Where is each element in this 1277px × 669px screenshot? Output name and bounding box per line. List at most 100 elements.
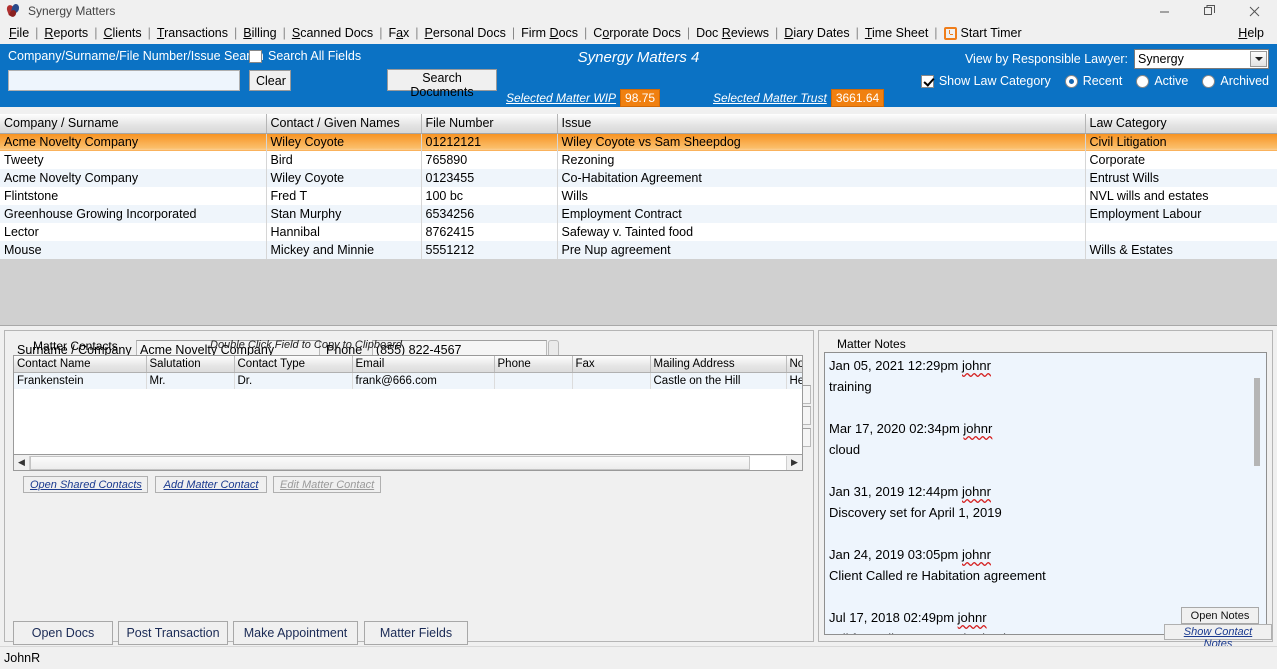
responsible-lawyer-select[interactable]: Synergy (1134, 49, 1269, 69)
table-row[interactable]: Frankenstein Mr. Dr. frank@666.com Castl… (14, 372, 802, 389)
matter-notes-panel: Matter Notes Jan 05, 2021 12:29pm johnr … (818, 330, 1273, 650)
column-header-contact[interactable]: Contact / Given Names (266, 114, 422, 134)
scroll-left-icon[interactable]: ◀ (14, 455, 30, 470)
cell-fax (572, 372, 651, 389)
cell-contact: Fred T (266, 187, 422, 205)
menu-item-personal-docs[interactable]: Personal Docs (420, 24, 511, 42)
start-timer-button[interactable]: Start Timer (939, 25, 1027, 41)
search-documents-button[interactable]: Search Documents (387, 69, 497, 99)
menu-item-fax[interactable]: Fax (383, 24, 414, 42)
column-header-file-number[interactable]: File Number (421, 114, 558, 134)
status-bar: JohnR (0, 646, 1277, 669)
matters-table-header-row: Company / Surname Contact / Given Names … (0, 114, 1277, 134)
chevron-down-icon (1250, 51, 1267, 67)
matter-contacts-table: Contact Name Salutation Contact Type Ema… (14, 356, 802, 389)
column-header-company[interactable]: Company / Surname (0, 114, 267, 134)
matter-notes-text[interactable]: Jan 05, 2021 12:29pm johnr training Mar … (824, 352, 1267, 635)
cell-salutation: Mr. (146, 372, 235, 389)
open-notes-button[interactable]: Open Notes (1181, 607, 1259, 624)
column-header-law-category[interactable]: Law Category (1085, 114, 1277, 134)
search-all-fields-checkbox[interactable]: Search All Fields (249, 49, 361, 63)
minimize-icon[interactable] (1142, 0, 1187, 22)
radio-icon (1136, 74, 1150, 88)
make-appointment-button[interactable]: Make Appointment (233, 621, 358, 645)
matter-fields-button[interactable]: Matter Fields (364, 621, 468, 645)
clear-button[interactable]: Clear (249, 70, 291, 91)
trust-label[interactable]: Selected Matter Trust (713, 91, 827, 105)
menu-item-corporate-docs[interactable]: Corporate Docs (588, 24, 686, 42)
table-row[interactable]: Flintstone Fred T 100 bc Wills NVL wills… (0, 187, 1277, 205)
menu-item-time-sheet[interactable]: Time Sheet (860, 24, 933, 42)
maximize-icon[interactable] (1187, 0, 1232, 22)
cell-contact: Bird (266, 151, 422, 169)
note-user: johnr (962, 484, 991, 499)
column-header-contact-name[interactable]: Contact Name (14, 356, 147, 373)
table-row[interactable]: Mouse Mickey and Minnie 5551212 Pre Nup … (0, 241, 1277, 259)
matters-grid[interactable]: Company / Surname Contact / Given Names … (0, 114, 1277, 326)
search-input[interactable] (8, 70, 240, 91)
cell-issue: Wiley Coyote vs Sam Sheepdog (557, 133, 1086, 151)
filter-radio-recent[interactable]: Recent (1064, 74, 1122, 88)
title-bar: Synergy Matters (0, 0, 1277, 22)
column-header-phone[interactable]: Phone (494, 356, 573, 373)
matter-contacts-hscrollbar[interactable]: ◀ ▶ (13, 455, 803, 471)
menu-item-scanned-docs[interactable]: Scanned Docs (287, 24, 378, 42)
column-header-mailing-address[interactable]: Mailing Address (650, 356, 787, 373)
menu-item-transactions[interactable]: Transactions (152, 24, 233, 42)
filter-radio-active[interactable]: Active (1136, 74, 1188, 88)
notes-scroll-thumb[interactable] (1254, 378, 1260, 466)
scroll-right-icon[interactable]: ▶ (786, 455, 802, 470)
column-header-notes[interactable]: Notes (786, 356, 802, 373)
matter-contacts-grid[interactable]: Contact Name Salutation Contact Type Ema… (13, 355, 803, 455)
menu-item-doc-reviews[interactable]: Doc Reviews (691, 24, 774, 42)
show-law-category-checkbox[interactable]: Show Law Category (920, 74, 1051, 88)
menu-item-file[interactable]: File (4, 24, 34, 42)
column-header-issue[interactable]: Issue (557, 114, 1086, 134)
menu-item-firm-docs[interactable]: Firm Docs (516, 24, 583, 42)
menu-bar: File | Reports | Clients | Transactions … (0, 22, 1277, 44)
wip-value: 98.75 (620, 89, 661, 107)
menu-item-diary-dates[interactable]: Diary Dates (779, 24, 854, 42)
cell-law-category: Employment Labour (1085, 205, 1277, 223)
add-matter-contact-button[interactable]: Add Matter Contact (155, 476, 267, 493)
note-timestamp: Jan 31, 2019 12:44pm johnr (829, 484, 991, 499)
menu-item-reports[interactable]: Reports (39, 24, 93, 42)
status-user: JohnR (4, 651, 41, 665)
menu-item-clients[interactable]: Clients (98, 24, 146, 42)
menu-item-help[interactable]: Help (1233, 24, 1269, 42)
column-header-salutation[interactable]: Salutation (146, 356, 235, 373)
hscroll-track[interactable] (30, 455, 786, 470)
table-row[interactable]: Acme Novelty Company Wiley Coyote 012345… (0, 169, 1277, 187)
cell-contact: Wiley Coyote (266, 169, 422, 187)
open-docs-button[interactable]: Open Docs (13, 621, 113, 645)
cell-file-number: 6534256 (421, 205, 558, 223)
radio-selected-icon (1064, 74, 1078, 88)
cell-mailing-address: Castle on the Hill (650, 372, 787, 389)
notes-scrollbar[interactable] (1250, 354, 1265, 634)
wip-label[interactable]: Selected Matter WIP (506, 91, 616, 105)
hscroll-thumb[interactable] (30, 455, 750, 470)
column-header-fax[interactable]: Fax (572, 356, 651, 373)
cell-contact: Stan Murphy (266, 205, 422, 223)
filter-label-archived: Archived (1220, 74, 1269, 88)
cell-notes: Here are some (786, 372, 802, 389)
menu-item-billing[interactable]: Billing (238, 24, 281, 42)
cell-law-category: Civil Litigation (1085, 133, 1277, 151)
table-row[interactable]: Greenhouse Growing Incorporated Stan Mur… (0, 205, 1277, 223)
filter-label-active: Active (1154, 74, 1189, 88)
filter-radio-archived[interactable]: Archived (1202, 74, 1269, 88)
column-header-contact-type[interactable]: Contact Type (234, 356, 353, 373)
post-transaction-button[interactable]: Post Transaction (118, 621, 228, 645)
responsible-lawyer-selected-value: Synergy (1138, 52, 1184, 66)
matter-contacts-header-row: Contact Name Salutation Contact Type Ema… (14, 356, 802, 373)
clock-icon (943, 26, 957, 40)
table-row[interactable]: Tweety Bird 765890 Rezoning Corporate (0, 151, 1277, 169)
table-row[interactable]: Lector Hannibal 8762415 Safeway v. Taint… (0, 223, 1277, 241)
cell-issue: Co-Habitation Agreement (557, 169, 1086, 187)
show-contact-notes-button[interactable]: Show Contact Notes (1164, 624, 1272, 650)
table-row[interactable]: Acme Novelty Company Wiley Coyote 012121… (0, 133, 1277, 151)
column-header-email[interactable]: Email (352, 356, 495, 373)
cell-company: Lector (0, 223, 267, 241)
open-shared-contacts-button[interactable]: Open Shared Contacts (23, 476, 148, 493)
close-icon[interactable] (1232, 0, 1277, 22)
